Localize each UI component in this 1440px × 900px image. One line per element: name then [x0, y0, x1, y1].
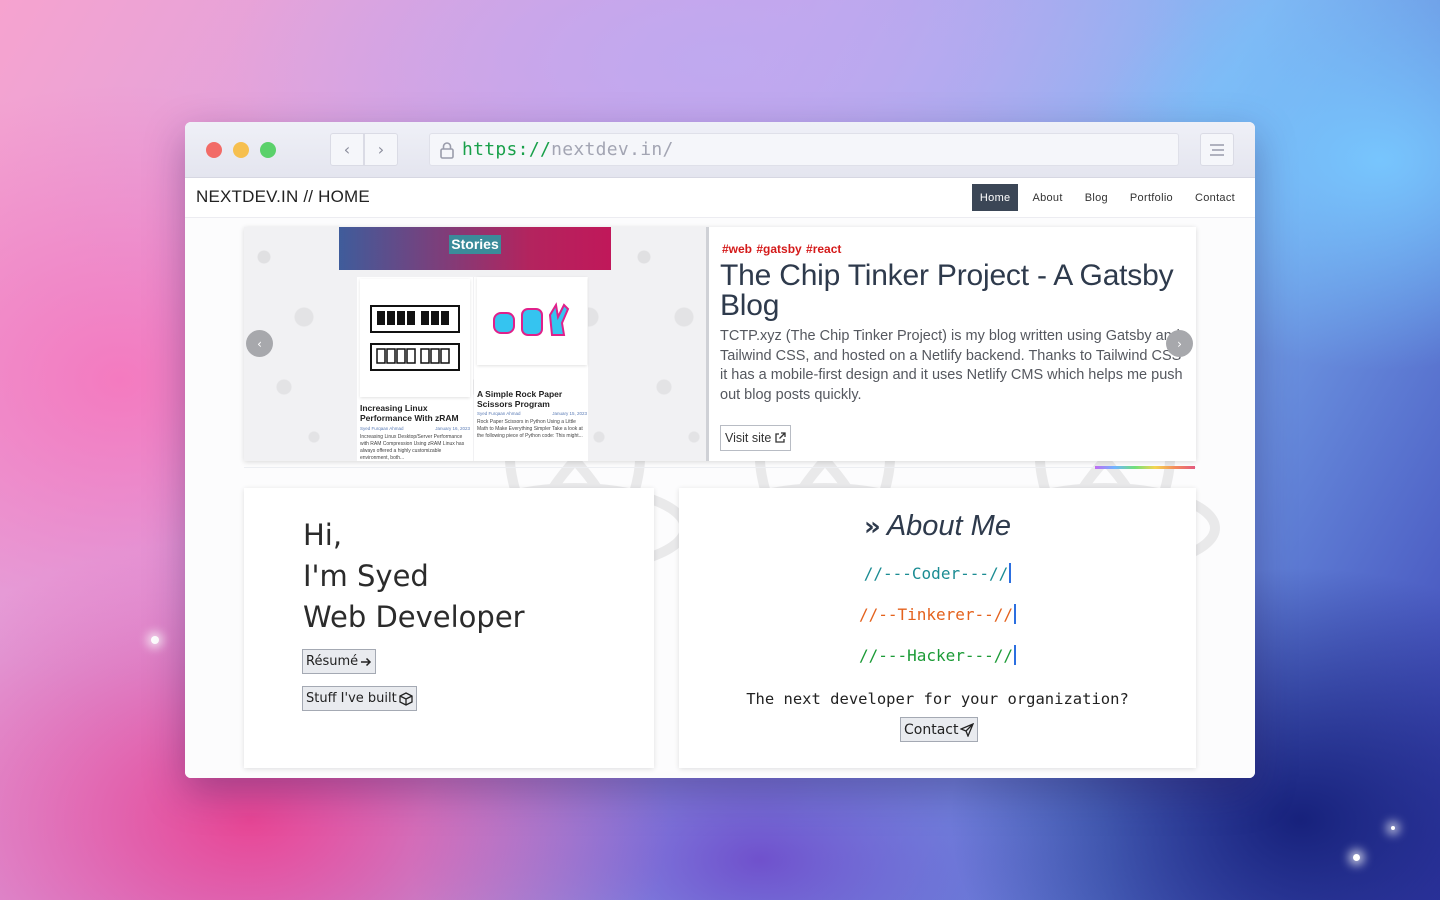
post-preview: Increasing Linux Performance With zRAM S… — [357, 277, 473, 461]
main-content: Stories Increasing Linux Performance Wit… — [185, 218, 1255, 778]
star — [151, 636, 159, 644]
chevron-right-icon: › — [1177, 336, 1182, 351]
project-description: TCTP.xyz (The Chip Tinker Project) is my… — [720, 328, 1183, 403]
divider — [706, 227, 709, 461]
site-navbar: NEXTDEV.IN // HOME Home About Blog Portf… — [185, 178, 1255, 218]
featured-project-card: Stories Increasing Linux Performance Wit… — [244, 227, 1196, 461]
about-heading: » About Me — [864, 510, 1011, 542]
back-button[interactable]: ‹ — [330, 133, 364, 166]
chevron-left-icon: ‹ — [257, 336, 262, 351]
lock-icon — [436, 139, 458, 161]
close-window-button[interactable] — [206, 142, 222, 158]
url-scheme: https:// — [462, 139, 552, 160]
role-hacker: //---Hacker---// — [679, 645, 1196, 665]
project-screenshot[interactable]: Stories Increasing Linux Performance Wit… — [244, 227, 706, 461]
post-meta: Syed Furqaan Ahmad January 15, 2023 — [477, 411, 587, 416]
rainbow-bar — [1095, 466, 1195, 469]
post-title: Increasing Linux Performance With zRAM — [360, 403, 459, 423]
about-card: » About Me //---Coder---// //--Tinkerer--… — [679, 488, 1196, 768]
url-host: nextdev.in/ — [551, 139, 674, 160]
role-tinkerer: //--Tinkerer--// — [679, 604, 1196, 624]
intro-line-greeting: Hi, — [303, 518, 343, 552]
stuff-built-label: Stuff I've built — [306, 691, 397, 706]
chevron-left-icon: ‹ — [343, 140, 351, 159]
star — [1353, 854, 1360, 861]
intro-line-name: I'm Syed — [303, 559, 429, 593]
stuff-built-button[interactable]: Stuff I've built — [302, 686, 417, 711]
browser-window: ‹ › https://nextdev.in/ NEXTDEV.IN // HO… — [185, 122, 1255, 778]
nav-item-home[interactable]: Home — [971, 184, 1019, 211]
role-coder: //---Coder---// — [679, 563, 1196, 583]
hamburger-icon — [1210, 143, 1224, 156]
nav-item-portfolio[interactable]: Portfolio — [1122, 184, 1181, 211]
nav-item-about[interactable]: About — [1024, 184, 1070, 211]
text-caret — [1014, 645, 1017, 665]
contact-button[interactable]: Contact — [900, 717, 979, 742]
arrow-right-icon — [361, 657, 372, 666]
nav-item-contact[interactable]: Contact — [1187, 184, 1243, 211]
resume-button[interactable]: Résumé — [302, 649, 377, 674]
visit-site-button[interactable]: Visit site — [720, 425, 792, 451]
url-text: https://nextdev.in/ — [462, 139, 674, 160]
site-brand[interactable]: NEXTDEV.IN // HOME — [196, 187, 370, 207]
text-caret — [1009, 563, 1012, 583]
cube-icon — [399, 691, 413, 706]
chevron-right-icon: › — [377, 140, 385, 159]
about-tagline: The next developer for your organization… — [746, 690, 1129, 708]
intro-card: Hi, I'm Syed Web Developer Résumé Stuff … — [244, 488, 654, 768]
rock-paper-scissors-icon — [477, 277, 587, 365]
project-title: The Chip Tinker Project - A Gatsby Blog — [720, 259, 1174, 322]
text-caret — [1014, 604, 1017, 624]
double-chevron-icon: » — [864, 512, 881, 542]
forward-button[interactable]: › — [364, 133, 398, 166]
post-preview: A Simple Rock Paper Scissors Program Sye… — [474, 277, 588, 461]
post-excerpt: Increasing Linux Desktop/Server Performa… — [360, 434, 465, 461]
post-excerpt: Rock Paper Scissors in Python Using a Li… — [477, 419, 583, 439]
ram-icon — [360, 279, 470, 397]
send-icon — [960, 722, 975, 737]
intro-line-role: Web Developer — [303, 600, 525, 634]
minimize-window-button[interactable] — [233, 142, 249, 158]
nav-item-blog[interactable]: Blog — [1077, 184, 1116, 211]
post-title: A Simple Rock Paper Scissors Program — [477, 389, 563, 409]
browser-menu-button[interactable] — [1200, 133, 1234, 166]
intro-heading: Hi, I'm Syed Web Developer — [303, 515, 525, 638]
star — [1391, 826, 1395, 830]
carousel-next-button[interactable]: › — [1166, 330, 1193, 357]
nav-menu: Home About Blog Portfolio Contact — [966, 184, 1243, 211]
address-bar[interactable]: https://nextdev.in/ — [429, 133, 1179, 166]
contact-label: Contact — [904, 721, 959, 738]
divider — [244, 467, 1196, 468]
browser-toolbar: ‹ › https://nextdev.in/ — [185, 122, 1255, 178]
resume-label: Résumé — [306, 654, 359, 669]
carousel-prev-button[interactable]: ‹ — [246, 330, 273, 357]
external-link-icon — [775, 432, 786, 443]
visit-site-label: Visit site — [725, 431, 772, 445]
maximize-window-button[interactable] — [260, 142, 276, 158]
stories-header: Stories — [339, 227, 611, 270]
project-tags: #web #gatsby #react — [722, 242, 842, 256]
post-meta: Syed Furqaan Ahmad January 16, 2023 — [360, 426, 470, 431]
